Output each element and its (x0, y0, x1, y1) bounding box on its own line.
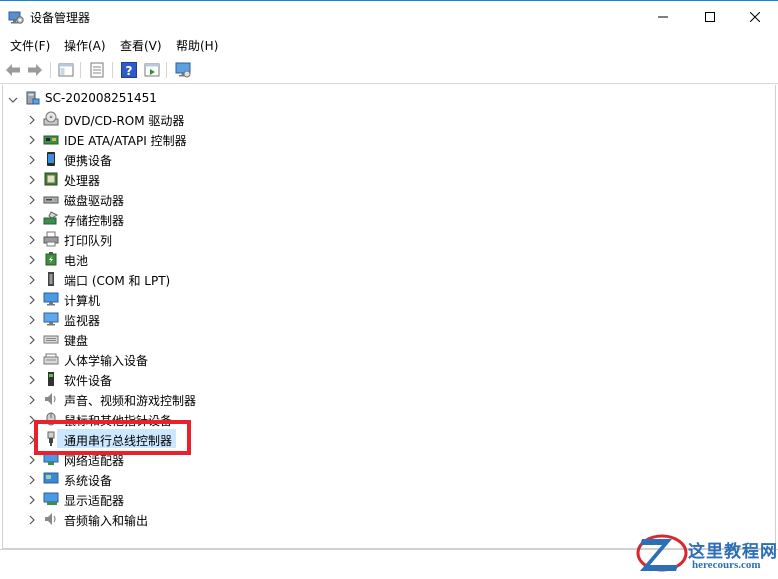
processor-icon (43, 171, 59, 187)
system-device-icon (43, 471, 59, 487)
watermark-url: herecours.com (692, 559, 761, 571)
device-tree (2, 85, 776, 549)
toolbar-separator (80, 62, 81, 78)
monitor-icon[interactable] (174, 61, 192, 79)
chevron-down-icon[interactable] (8, 94, 18, 104)
forward-icon[interactable] (26, 61, 44, 79)
tree-root-label[interactable]: SC-202008251451 (45, 91, 157, 105)
tree-item-label[interactable]: 计算机 (64, 292, 100, 309)
chevron-right-icon[interactable] (27, 374, 37, 385)
minimize-icon (658, 16, 668, 18)
menu-view[interactable]: 查看(V) (120, 37, 162, 54)
tree-item-label[interactable]: 人体学输入设备 (64, 352, 148, 369)
keyboard-icon (43, 331, 59, 347)
sound-icon (43, 391, 59, 407)
computer-icon (43, 291, 59, 307)
storage-controller-icon (43, 211, 59, 227)
help-icon[interactable]: ? (120, 61, 138, 79)
chevron-right-icon[interactable] (27, 494, 37, 505)
toolbar-separator (166, 62, 167, 78)
hid-icon (43, 351, 59, 367)
menu-bar: 文件(F) 操作(A) 查看(V) 帮助(H) (0, 34, 778, 56)
watermark: 这里教程网 herecours.com (628, 531, 778, 576)
run-icon[interactable] (143, 61, 161, 79)
monitor-icon (43, 311, 59, 327)
close-button[interactable] (732, 1, 778, 33)
toolbar-separator (112, 62, 113, 78)
svg-text:?: ? (126, 64, 133, 78)
menu-action[interactable]: 操作(A) (64, 37, 106, 54)
watermark-logo-icon (636, 534, 688, 572)
tree-item-label[interactable]: 磁盘驱动器 (64, 192, 124, 209)
chevron-right-icon[interactable] (27, 514, 37, 525)
device-manager-window: 设备管理器 文件(F) 操作(A) 查看(V) 帮助(H) ? SC-20200… (0, 0, 778, 575)
tree-item-label[interactable]: DVD/CD-ROM 驱动器 (64, 112, 184, 129)
chevron-right-icon[interactable] (27, 394, 37, 405)
chevron-right-icon[interactable] (27, 314, 37, 325)
toolbar: ? (0, 57, 778, 83)
tree-item-label[interactable]: 声音、视频和游戏控制器 (64, 392, 196, 409)
tree-item-label[interactable]: 电池 (64, 252, 88, 269)
audio-io-icon (43, 511, 59, 527)
show-hide-tree-icon[interactable] (57, 61, 75, 79)
chevron-right-icon[interactable] (27, 214, 37, 225)
chevron-right-icon[interactable] (27, 354, 37, 365)
chevron-right-icon[interactable] (27, 174, 37, 185)
display-adapter-icon (43, 491, 59, 507)
device-manager-icon (8, 9, 24, 25)
minimize-button[interactable] (640, 1, 686, 33)
tree-item-label[interactable]: 存储控制器 (64, 212, 124, 229)
portable-device-icon (43, 151, 59, 167)
tree-item-label[interactable]: 打印队列 (64, 232, 112, 249)
disc-drive-icon (43, 111, 59, 127)
disk-drive-icon (43, 191, 59, 207)
chevron-right-icon[interactable] (27, 134, 37, 145)
tree-item-label[interactable]: 音频输入和输出 (64, 512, 148, 529)
tree-item-label[interactable]: IDE ATA/ATAPI 控制器 (64, 132, 187, 149)
chevron-right-icon[interactable] (27, 194, 37, 205)
maximize-button[interactable] (687, 1, 733, 33)
chevron-right-icon[interactable] (27, 234, 37, 245)
tree-item-label[interactable]: 端口 (COM 和 LPT) (64, 272, 170, 289)
chevron-right-icon[interactable] (27, 334, 37, 345)
chevron-right-icon[interactable] (27, 454, 37, 465)
tree-item-label[interactable]: 处理器 (64, 172, 100, 189)
ide-controller-icon (43, 131, 59, 147)
chevron-right-icon[interactable] (27, 274, 37, 285)
toolbar-divider (0, 83, 778, 84)
printer-icon (43, 231, 59, 247)
back-icon[interactable] (4, 61, 22, 79)
battery-icon (43, 251, 59, 267)
chevron-right-icon[interactable] (27, 294, 37, 305)
chevron-right-icon[interactable] (27, 474, 37, 485)
chevron-right-icon[interactable] (27, 154, 37, 165)
menu-file[interactable]: 文件(F) (10, 37, 50, 54)
chevron-right-icon[interactable] (27, 114, 37, 125)
annotation-highlight-box (34, 420, 191, 455)
close-icon (750, 12, 760, 22)
tree-item-label[interactable]: 便携设备 (64, 152, 112, 169)
window-title: 设备管理器 (30, 11, 91, 25)
toolbar-separator (50, 62, 51, 78)
chevron-right-icon[interactable] (27, 254, 37, 265)
properties-icon[interactable] (88, 61, 106, 79)
tree-item-label[interactable]: 显示适配器 (64, 492, 124, 509)
menu-help[interactable]: 帮助(H) (176, 37, 218, 54)
tree-item-label[interactable]: 监视器 (64, 312, 100, 329)
tree-item-label[interactable]: 系统设备 (64, 472, 112, 489)
tree-item-label[interactable]: 键盘 (64, 332, 88, 349)
tree-item-label[interactable]: 软件设备 (64, 372, 112, 389)
title-bar: 设备管理器 (0, 1, 778, 33)
port-icon (43, 271, 59, 287)
software-device-icon (43, 371, 59, 387)
maximize-icon (705, 12, 715, 22)
computer-root-icon (24, 90, 40, 106)
